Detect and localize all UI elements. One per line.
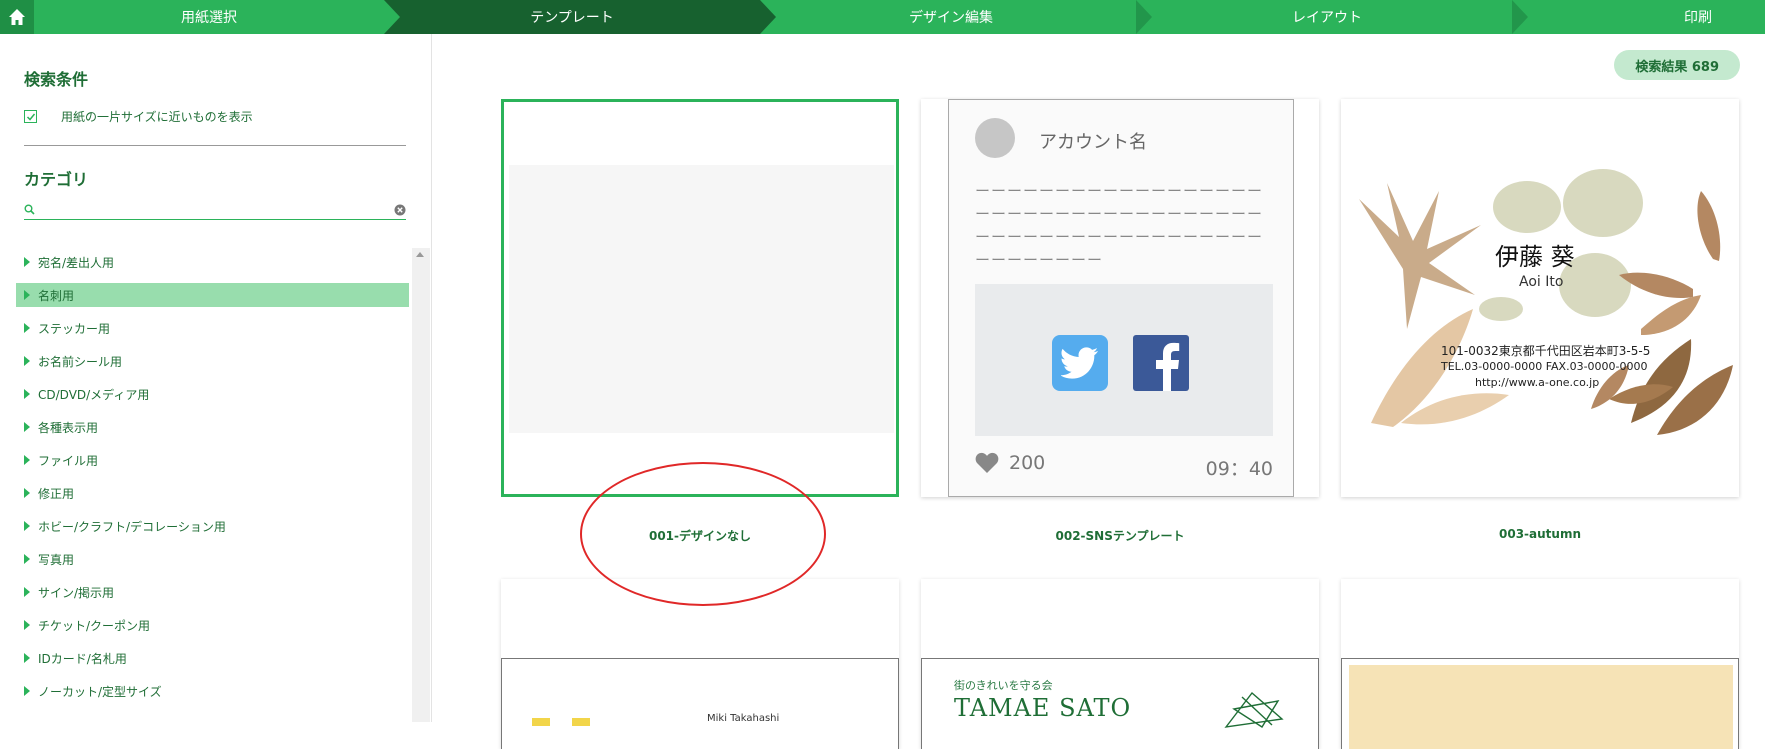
step-divider bbox=[1136, 0, 1152, 34]
business-card-preview: 街のきれいを守る会 TAMAE SATO bbox=[921, 658, 1319, 749]
step-divider bbox=[384, 0, 400, 34]
step-divider bbox=[760, 0, 776, 34]
category-list: 宛名/差出人用 名刺用 ステッカー用 お名前シール用 CD/DVD/メディア用 … bbox=[16, 250, 409, 712]
expand-arrow-icon bbox=[24, 257, 30, 267]
size-filter-option[interactable]: 用紙の一片サイズに近いものを表示 bbox=[24, 108, 253, 125]
template-card-sns[interactable]: アカウント名 ーーーーーーーーーーーーーーーーーーーーーーーーーーーーーーーーー… bbox=[921, 99, 1319, 497]
expand-arrow-icon bbox=[24, 521, 30, 531]
category-item[interactable]: お名前シール用 bbox=[16, 349, 409, 373]
business-card-preview: Miki Takahashi bbox=[501, 658, 899, 749]
like-count: 200 bbox=[975, 452, 1045, 474]
expand-arrow-icon bbox=[24, 455, 30, 465]
card-url: http://www.a-one.co.jp bbox=[1475, 376, 1600, 389]
category-item[interactable]: ステッカー用 bbox=[16, 316, 409, 340]
search-conditions-heading: 検索条件 bbox=[24, 70, 89, 89]
expand-arrow-icon bbox=[24, 290, 30, 300]
category-search bbox=[24, 200, 406, 220]
category-item[interactable]: ノーカット/定型サイズ bbox=[16, 679, 409, 703]
template-card[interactable] bbox=[1341, 579, 1739, 749]
card-name: 伊藤 葵 bbox=[1495, 243, 1575, 271]
step-layout[interactable]: レイアウト bbox=[1152, 0, 1502, 34]
step-divider bbox=[1512, 0, 1528, 34]
category-item[interactable]: 各種表示用 bbox=[16, 415, 409, 439]
search-icon bbox=[24, 204, 35, 215]
category-item[interactable]: サイン/掲示用 bbox=[16, 580, 409, 604]
expand-arrow-icon bbox=[24, 686, 30, 696]
sns-preview: アカウント名 ーーーーーーーーーーーーーーーーーーーーーーーーーーーーーーーーー… bbox=[948, 99, 1294, 497]
step-paper-select[interactable]: 用紙選択 bbox=[34, 0, 384, 34]
size-filter-checkbox[interactable] bbox=[24, 110, 37, 123]
sidebar-divider bbox=[24, 145, 406, 146]
step-template[interactable]: テンプレート bbox=[384, 0, 760, 34]
category-item[interactable]: 写真用 bbox=[16, 547, 409, 571]
category-item[interactable]: CD/DVD/メディア用 bbox=[16, 382, 409, 406]
expand-arrow-icon bbox=[24, 356, 30, 366]
category-item[interactable]: 名刺用 bbox=[16, 283, 409, 307]
cream-frame-design bbox=[1349, 665, 1733, 749]
category-item[interactable]: 修正用 bbox=[16, 481, 409, 505]
template-label[interactable]: 003-autumn bbox=[1341, 527, 1739, 541]
category-search-input[interactable] bbox=[41, 200, 394, 219]
expand-arrow-icon bbox=[24, 587, 30, 597]
template-card[interactable]: 街のきれいを守る会 TAMAE SATO bbox=[921, 579, 1319, 749]
template-card-autumn[interactable]: 伊藤 葵 Aoi Ito 101-0032東京都千代田区岩本町3-5-5 TEL… bbox=[1341, 99, 1739, 497]
check-icon bbox=[26, 113, 35, 121]
category-item[interactable]: 宛名/差出人用 bbox=[16, 250, 409, 274]
step-design-edit[interactable]: デザイン編集 bbox=[776, 0, 1126, 34]
card-phone: TEL.03-0000-0000 FAX.03-0000-0000 bbox=[1441, 360, 1648, 373]
home-button[interactable] bbox=[0, 0, 34, 34]
card-organization: 街のきれいを守る会 bbox=[954, 679, 1053, 692]
category-heading: カテゴリ bbox=[24, 170, 89, 189]
step-bar: 用紙選択 テンプレート デザイン編集 レイアウト 印刷 bbox=[0, 0, 1765, 34]
step-print[interactable]: 印刷 bbox=[1528, 0, 1765, 34]
expand-arrow-icon bbox=[24, 620, 30, 630]
card-name: Miki Takahashi bbox=[707, 713, 780, 724]
expand-arrow-icon bbox=[24, 323, 30, 333]
category-item[interactable]: チケット/クーポン用 bbox=[16, 613, 409, 637]
template-results: 検索結果 689 001-デザインなし アカウント名 ーーーーーーーーーーーーー… bbox=[433, 34, 1765, 749]
logo-mark bbox=[532, 718, 590, 726]
expand-arrow-icon bbox=[24, 653, 30, 663]
business-card-preview bbox=[1341, 658, 1739, 749]
scroll-up-arrow-icon[interactable] bbox=[416, 252, 424, 257]
category-scrollbar[interactable] bbox=[412, 248, 430, 722]
geometric-logo-icon bbox=[1224, 691, 1284, 728]
expand-arrow-icon bbox=[24, 422, 30, 432]
template-card-blank[interactable] bbox=[501, 99, 899, 497]
placeholder-text: ーーーーーーーーーーーーーーーーーーーーーーーーーーーーーーーーーーーーーーーー… bbox=[975, 182, 1264, 269]
account-name: アカウント名 bbox=[1039, 132, 1147, 153]
avatar bbox=[975, 118, 1015, 158]
autumn-leaves-artwork bbox=[1359, 169, 1733, 435]
template-label[interactable]: 001-デザインなし bbox=[501, 527, 899, 544]
clear-icon[interactable] bbox=[394, 204, 406, 216]
blank-preview bbox=[509, 165, 894, 433]
card-roman-name: Aoi Ito bbox=[1519, 274, 1564, 290]
template-label[interactable]: 002-SNSテンプレート bbox=[921, 527, 1319, 544]
expand-arrow-icon bbox=[24, 488, 30, 498]
home-icon bbox=[9, 9, 25, 25]
sns-icon-panel bbox=[975, 284, 1273, 436]
heart-icon bbox=[975, 452, 999, 473]
post-time: 09：40 bbox=[1205, 458, 1273, 480]
expand-arrow-icon bbox=[24, 389, 30, 399]
expand-arrow-icon bbox=[24, 554, 30, 564]
facebook-icon bbox=[1133, 335, 1189, 391]
category-item[interactable]: ホビー/クラフト/デコレーション用 bbox=[16, 514, 409, 538]
category-item[interactable]: ファイル用 bbox=[16, 448, 409, 472]
size-filter-label: 用紙の一片サイズに近いものを表示 bbox=[61, 110, 253, 124]
card-address: 101-0032東京都千代田区岩本町3-5-5 bbox=[1441, 344, 1651, 358]
results-count-badge: 検索結果 689 bbox=[1614, 50, 1740, 80]
card-name: TAMAE SATO bbox=[954, 694, 1132, 722]
template-card[interactable]: Miki Takahashi bbox=[501, 579, 899, 749]
twitter-icon bbox=[1052, 335, 1108, 391]
category-item[interactable]: IDカード/名札用 bbox=[16, 646, 409, 670]
sidebar: 検索条件 用紙の一片サイズに近いものを表示 カテゴリ 宛名/差出人用 名刺用 ス… bbox=[0, 34, 432, 722]
